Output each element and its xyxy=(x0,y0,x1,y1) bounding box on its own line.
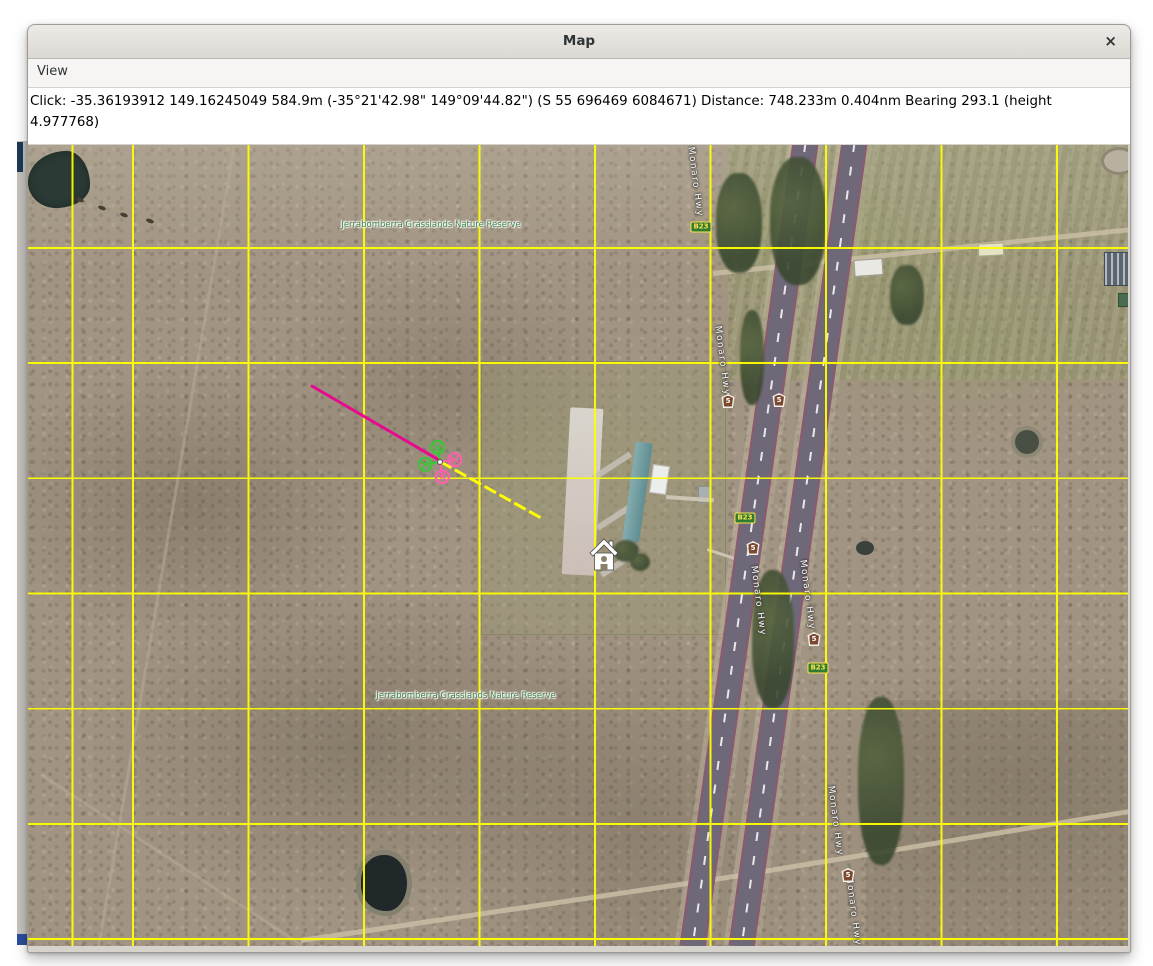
status-line-1: Click: -35.36193912 149.16245049 584.9m … xyxy=(30,91,1130,112)
menu-item-view[interactable]: View xyxy=(28,59,78,79)
map-tile-fragment-top xyxy=(17,142,23,172)
window-title: Map xyxy=(28,33,1130,49)
menu-bar: View xyxy=(28,59,1130,88)
map-canvas[interactable]: Jerrabomberra Grasslands Nature Reserve … xyxy=(28,145,1128,946)
home-icon xyxy=(589,538,619,574)
utm-grid-overlay xyxy=(28,145,1128,946)
route-shield-b23: B23 xyxy=(807,663,828,674)
status-readout: Click: -35.36193912 149.16245049 584.9m … xyxy=(28,88,1130,145)
map-tile-fragment-bottom xyxy=(17,934,27,945)
reserve-label: Jerrabomberra Grasslands Nature Reserve xyxy=(341,220,520,230)
desktop: Map × View Click: -35.36193912 149.16245… xyxy=(0,0,1153,966)
map-tile-edge-strip xyxy=(17,141,27,942)
reserve-label: Jerrabomberra Grasslands Nature Reserve xyxy=(376,691,555,701)
route-shield-b23: B23 xyxy=(734,513,755,524)
quadcopter-icon xyxy=(418,440,462,484)
window-titlebar[interactable]: Map × xyxy=(28,25,1130,59)
map-window: Map × View Click: -35.36193912 149.16245… xyxy=(27,24,1131,953)
close-icon[interactable]: × xyxy=(1104,32,1117,50)
status-line-2: 4.977768) xyxy=(30,112,1130,133)
route-shield-b23: B23 xyxy=(690,222,711,233)
